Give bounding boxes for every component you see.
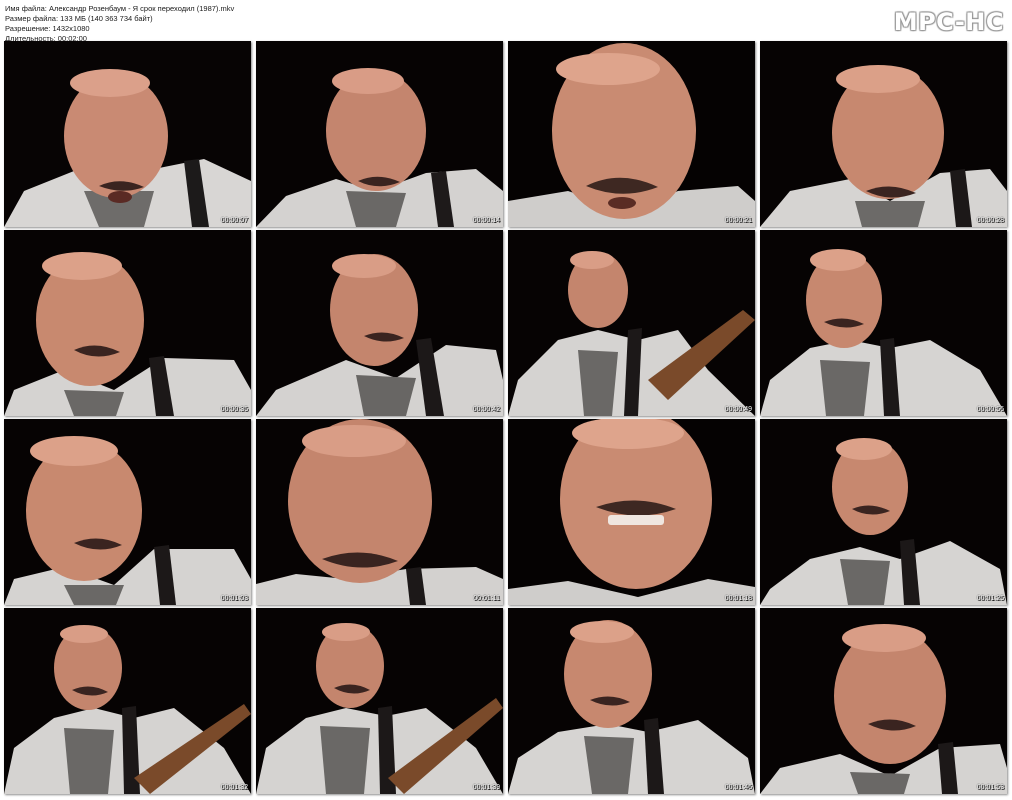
thumbnail-timestamp: 00:01:03 <box>220 595 248 602</box>
video-frame-image <box>256 41 503 227</box>
video-frame-image <box>4 419 251 605</box>
thumbnail-timestamp: 00:01:18 <box>724 595 752 602</box>
thumbnail-frame: 00:01:18 <box>508 419 755 605</box>
thumbnail-frame: 00:00:49 <box>508 230 755 416</box>
mpc-hc-logo: MPC-HC <box>893 8 1004 36</box>
thumbnail-frame: 00:00:28 <box>760 41 1007 227</box>
video-frame-image <box>4 608 251 794</box>
thumbnail-timestamp: 00:01:53 <box>976 784 1004 791</box>
thumbnail-frame: 00:00:35 <box>4 230 251 416</box>
video-frame-image <box>760 608 1007 794</box>
file-name-text: Имя файла: Александр Розенбаум - Я срок … <box>5 4 235 13</box>
video-frame-image <box>508 230 755 416</box>
thumbnail-timestamp: 00:00:21 <box>724 217 752 224</box>
thumbnail-frame: 00:01:25 <box>760 419 1007 605</box>
file-info-block: Имя файла: Александр Розенбаум - Я срок … <box>5 4 234 44</box>
thumbnail-frame: 00:01:39 <box>256 608 503 794</box>
thumbnail-frame: 00:01:03 <box>4 419 251 605</box>
thumbnail-frame: 00:00:56 <box>760 230 1007 416</box>
video-frame-image <box>508 608 755 794</box>
thumbnail-timestamp: 00:00:07 <box>220 217 248 224</box>
thumbnail-timestamp: 00:01:32 <box>220 784 248 791</box>
thumbnail-timestamp: 00:00:56 <box>976 406 1004 413</box>
file-size-text: Размер файла: 133 МБ (140 363 734 байт) <box>5 14 153 23</box>
thumbnail-frame: 00:01:53 <box>760 608 1007 794</box>
thumbnail-timestamp: 00:00:28 <box>976 217 1004 224</box>
thumbnail-frame: 00:00:14 <box>256 41 503 227</box>
video-frame-image <box>256 608 503 794</box>
video-frame-image <box>508 41 755 227</box>
thumbnail-timestamp: 00:01:25 <box>976 595 1004 602</box>
thumbnail-grid: 00:00:07 00:00:14 00:00:21 00:00:28 00:0… <box>4 41 1007 794</box>
resolution-text: Разрешение: 1432x1080 <box>5 24 90 33</box>
thumbnail-frame: 00:00:42 <box>256 230 503 416</box>
thumbnail-frame: 00:01:32 <box>4 608 251 794</box>
thumbnail-timestamp: 00:00:14 <box>472 217 500 224</box>
thumbnail-timestamp: 00:01:39 <box>472 784 500 791</box>
video-frame-image <box>256 230 503 416</box>
video-frame-image <box>760 230 1007 416</box>
thumbnail-frame: 00:01:46 <box>508 608 755 794</box>
thumbnail-timestamp: 00:00:42 <box>472 406 500 413</box>
thumbnail-timestamp: 00:01:46 <box>724 784 752 791</box>
video-frame-image <box>508 419 755 605</box>
thumbnail-timestamp: 00:00:49 <box>724 406 752 413</box>
thumbnail-frame: 00:00:07 <box>4 41 251 227</box>
video-frame-image <box>760 41 1007 227</box>
video-frame-image <box>760 419 1007 605</box>
thumbnail-timestamp: 00:01:11 <box>473 595 500 602</box>
video-frame-image <box>4 230 251 416</box>
video-frame-image <box>4 41 251 227</box>
thumbnail-frame: 00:01:11 <box>256 419 503 605</box>
video-frame-image <box>256 419 503 605</box>
thumbnail-frame: 00:00:21 <box>508 41 755 227</box>
thumbnail-timestamp: 00:00:35 <box>220 406 248 413</box>
